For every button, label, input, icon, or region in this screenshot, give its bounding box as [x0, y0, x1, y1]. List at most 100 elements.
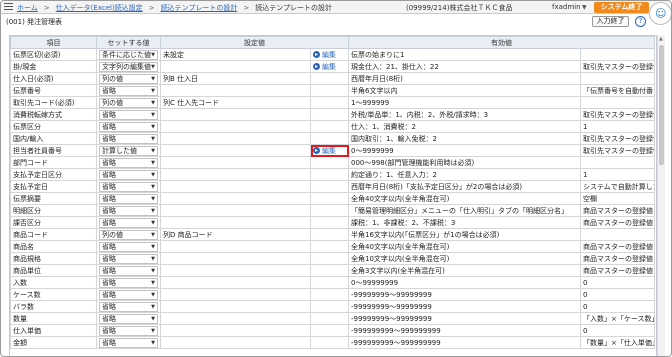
valid-value-text: 外税/単品単：1、内税：2、外税/請求時：3	[351, 110, 489, 119]
valid-value-cell: 000〜998(部門管理機能利用時は必須)	[348, 156, 581, 169]
set-value-text: 省略	[102, 158, 116, 167]
default-value-cell: 0	[580, 276, 655, 289]
default-value-text: 0	[583, 326, 588, 335]
item-label: 商品名	[13, 242, 34, 251]
set-value-select[interactable]: 省略 ▼	[99, 337, 158, 348]
table-row: 商品名 省略 ▼ 全角40文字以内(全半角混在可) 商品マスターの登録値	[10, 240, 655, 253]
setting-value-cell	[160, 60, 311, 73]
set-value-select[interactable]: 省略 ▼	[99, 181, 158, 192]
table-row: 支払予定日区分 省略 ▼ 約定通り：1、任意入力：2 1	[10, 168, 655, 181]
table-row: ケース数 省略 ▼ -99999999〜99999999 0	[10, 288, 655, 301]
set-value-cell: 省略 ▼	[96, 264, 161, 277]
default-value-cell	[580, 228, 655, 241]
set-value-cell: 省略 ▼	[96, 168, 161, 181]
edit-cell	[310, 276, 349, 289]
breadcrumb-template-design[interactable]: 読込テンプレートの設計	[161, 4, 238, 12]
chevron-down-icon: ▼	[151, 219, 155, 226]
edit-cell	[310, 180, 349, 193]
valid-value-text: 0〜9999999	[351, 146, 394, 155]
set-value-select[interactable]: 省略 ▼	[99, 241, 158, 252]
set-value-select[interactable]: 省略 ▼	[99, 133, 158, 144]
set-value-select[interactable]: 省略 ▼	[99, 265, 158, 276]
table-header-row: 項目 セットする値 設定値 有効値	[10, 36, 655, 49]
finish-input-button[interactable]: 入力終了	[592, 16, 629, 27]
set-value-select[interactable]: 省略 ▼	[99, 253, 158, 264]
setting-value-cell	[160, 300, 311, 313]
set-value-select[interactable]: 条件に応じた値 ▼	[99, 49, 158, 60]
help-icon[interactable]: ?	[635, 16, 646, 27]
default-value-cell: 0	[580, 324, 655, 337]
edit-button[interactable]: ▸ 編集	[313, 50, 336, 60]
scroll-up-icon[interactable]: ▲	[659, 36, 663, 42]
edit-button[interactable]: ▸ 編集	[313, 62, 336, 72]
table-row: 金額 省略 ▼ -999999999〜999999999 「数量」×「仕入単価」	[10, 336, 655, 349]
setting-value-cell: 未設定	[160, 48, 311, 61]
set-value-select[interactable]: 省略 ▼	[99, 109, 158, 120]
chevron-down-icon[interactable]: ▼	[582, 4, 587, 11]
default-value-cell: 「数量」×「仕入単価」	[580, 336, 655, 349]
set-value-select[interactable]: 省略 ▼	[99, 217, 158, 228]
valid-value-text: -99999999〜99999999	[351, 290, 432, 299]
valid-value-text: 全角3文字以内(全半角混在可)	[351, 266, 445, 275]
edit-button[interactable]: ▸ 編集	[313, 146, 336, 156]
item-cell: 商品規格	[10, 252, 97, 265]
breadcrumb-home[interactable]: ホーム	[17, 4, 38, 12]
chevron-down-icon: ▼	[151, 291, 155, 298]
set-value-text: 省略	[102, 110, 116, 119]
set-value-text: 省略	[102, 86, 116, 95]
item-label: 国内/輸入	[13, 134, 44, 143]
set-value-select[interactable]: 省略 ▼	[99, 313, 158, 324]
edit-cell	[310, 300, 349, 313]
default-value-cell: 空欄	[580, 192, 655, 205]
default-value-text: 0	[583, 302, 588, 311]
breadcrumb-import-settings[interactable]: 仕入データ(Excel)読込設定	[56, 4, 143, 12]
item-cell: 伝票区分	[10, 120, 97, 133]
chevron-down-icon: ▼	[151, 303, 155, 310]
set-value-select[interactable]: 計算した値 ▼	[99, 145, 158, 156]
chevron-down-icon: ▼	[151, 315, 155, 322]
vertical-scrollbar[interactable]: ▲	[657, 35, 665, 356]
item-label: バラ数	[13, 302, 34, 311]
valid-value-text: 000〜998(部門管理機能利用時は必須)	[351, 158, 475, 167]
user-name[interactable]: fxadmin	[552, 3, 581, 11]
page-title: (001) 発注管理表	[6, 18, 63, 26]
set-value-select[interactable]: 列の値 ▼	[99, 229, 158, 240]
default-value-text: 取引先マスターの登録値	[583, 134, 655, 143]
default-value-text: 取引先マスターの登録値	[583, 146, 655, 155]
setting-value-cell	[160, 324, 311, 337]
default-value-text: 商品マスターの登録値	[583, 206, 653, 215]
set-value-select[interactable]: 省略 ▼	[99, 277, 158, 288]
set-value-select[interactable]: 文字列の編集値 ▼	[99, 61, 158, 72]
set-value-select[interactable]: 省略 ▼	[99, 157, 158, 168]
table-row: 商品規格 省略 ▼ 全角10文字以内(全半角混在可) 商品マスターの登録値	[10, 252, 655, 265]
setting-value-cell: 列C 仕入先コード	[160, 96, 311, 109]
system-exit-button[interactable]: システム終了	[594, 2, 649, 13]
edit-cell	[310, 204, 349, 217]
set-value-select[interactable]: 省略 ▼	[99, 325, 158, 336]
set-value-cell: 省略 ▼	[96, 240, 161, 253]
default-value-cell	[580, 156, 655, 169]
scrollbar-thumb[interactable]	[659, 45, 664, 165]
set-value-select[interactable]: 省略 ▼	[99, 85, 158, 96]
set-value-select[interactable]: 省略 ▼	[99, 205, 158, 216]
menu-icon[interactable]	[4, 3, 13, 11]
set-value-select[interactable]: 列の値 ▼	[99, 73, 158, 84]
setting-value-cell	[160, 276, 311, 289]
header-set-value: セットする値	[96, 36, 161, 49]
edit-label: 編集	[322, 50, 336, 59]
set-value-text: 省略	[102, 122, 116, 131]
set-value-select[interactable]: 省略 ▼	[99, 301, 158, 312]
edit-cell: ▸ 編集	[310, 144, 349, 157]
set-value-select[interactable]: 列の値 ▼	[99, 97, 158, 108]
table-row: 伝票区切(必須) 条件に応じた値 ▼ 未設定 ▸ 編集 伝票の始まりに1	[10, 48, 655, 61]
set-value-select[interactable]: 省略 ▼	[99, 289, 158, 300]
set-value-cell: 条件に応じた値 ▼	[96, 48, 161, 61]
edit-cell	[310, 132, 349, 145]
set-value-select[interactable]: 省略 ▼	[99, 193, 158, 204]
set-value-select[interactable]: 省略 ▼	[99, 169, 158, 180]
set-value-select[interactable]: 省略 ▼	[99, 121, 158, 132]
set-value-text: 省略	[102, 218, 116, 227]
set-value-cell: 列の値 ▼	[96, 72, 161, 85]
table-row: バラ数 省略 ▼ -99999999〜99999999 0	[10, 300, 655, 313]
default-value-text: システムで自動計算した	[583, 182, 655, 191]
